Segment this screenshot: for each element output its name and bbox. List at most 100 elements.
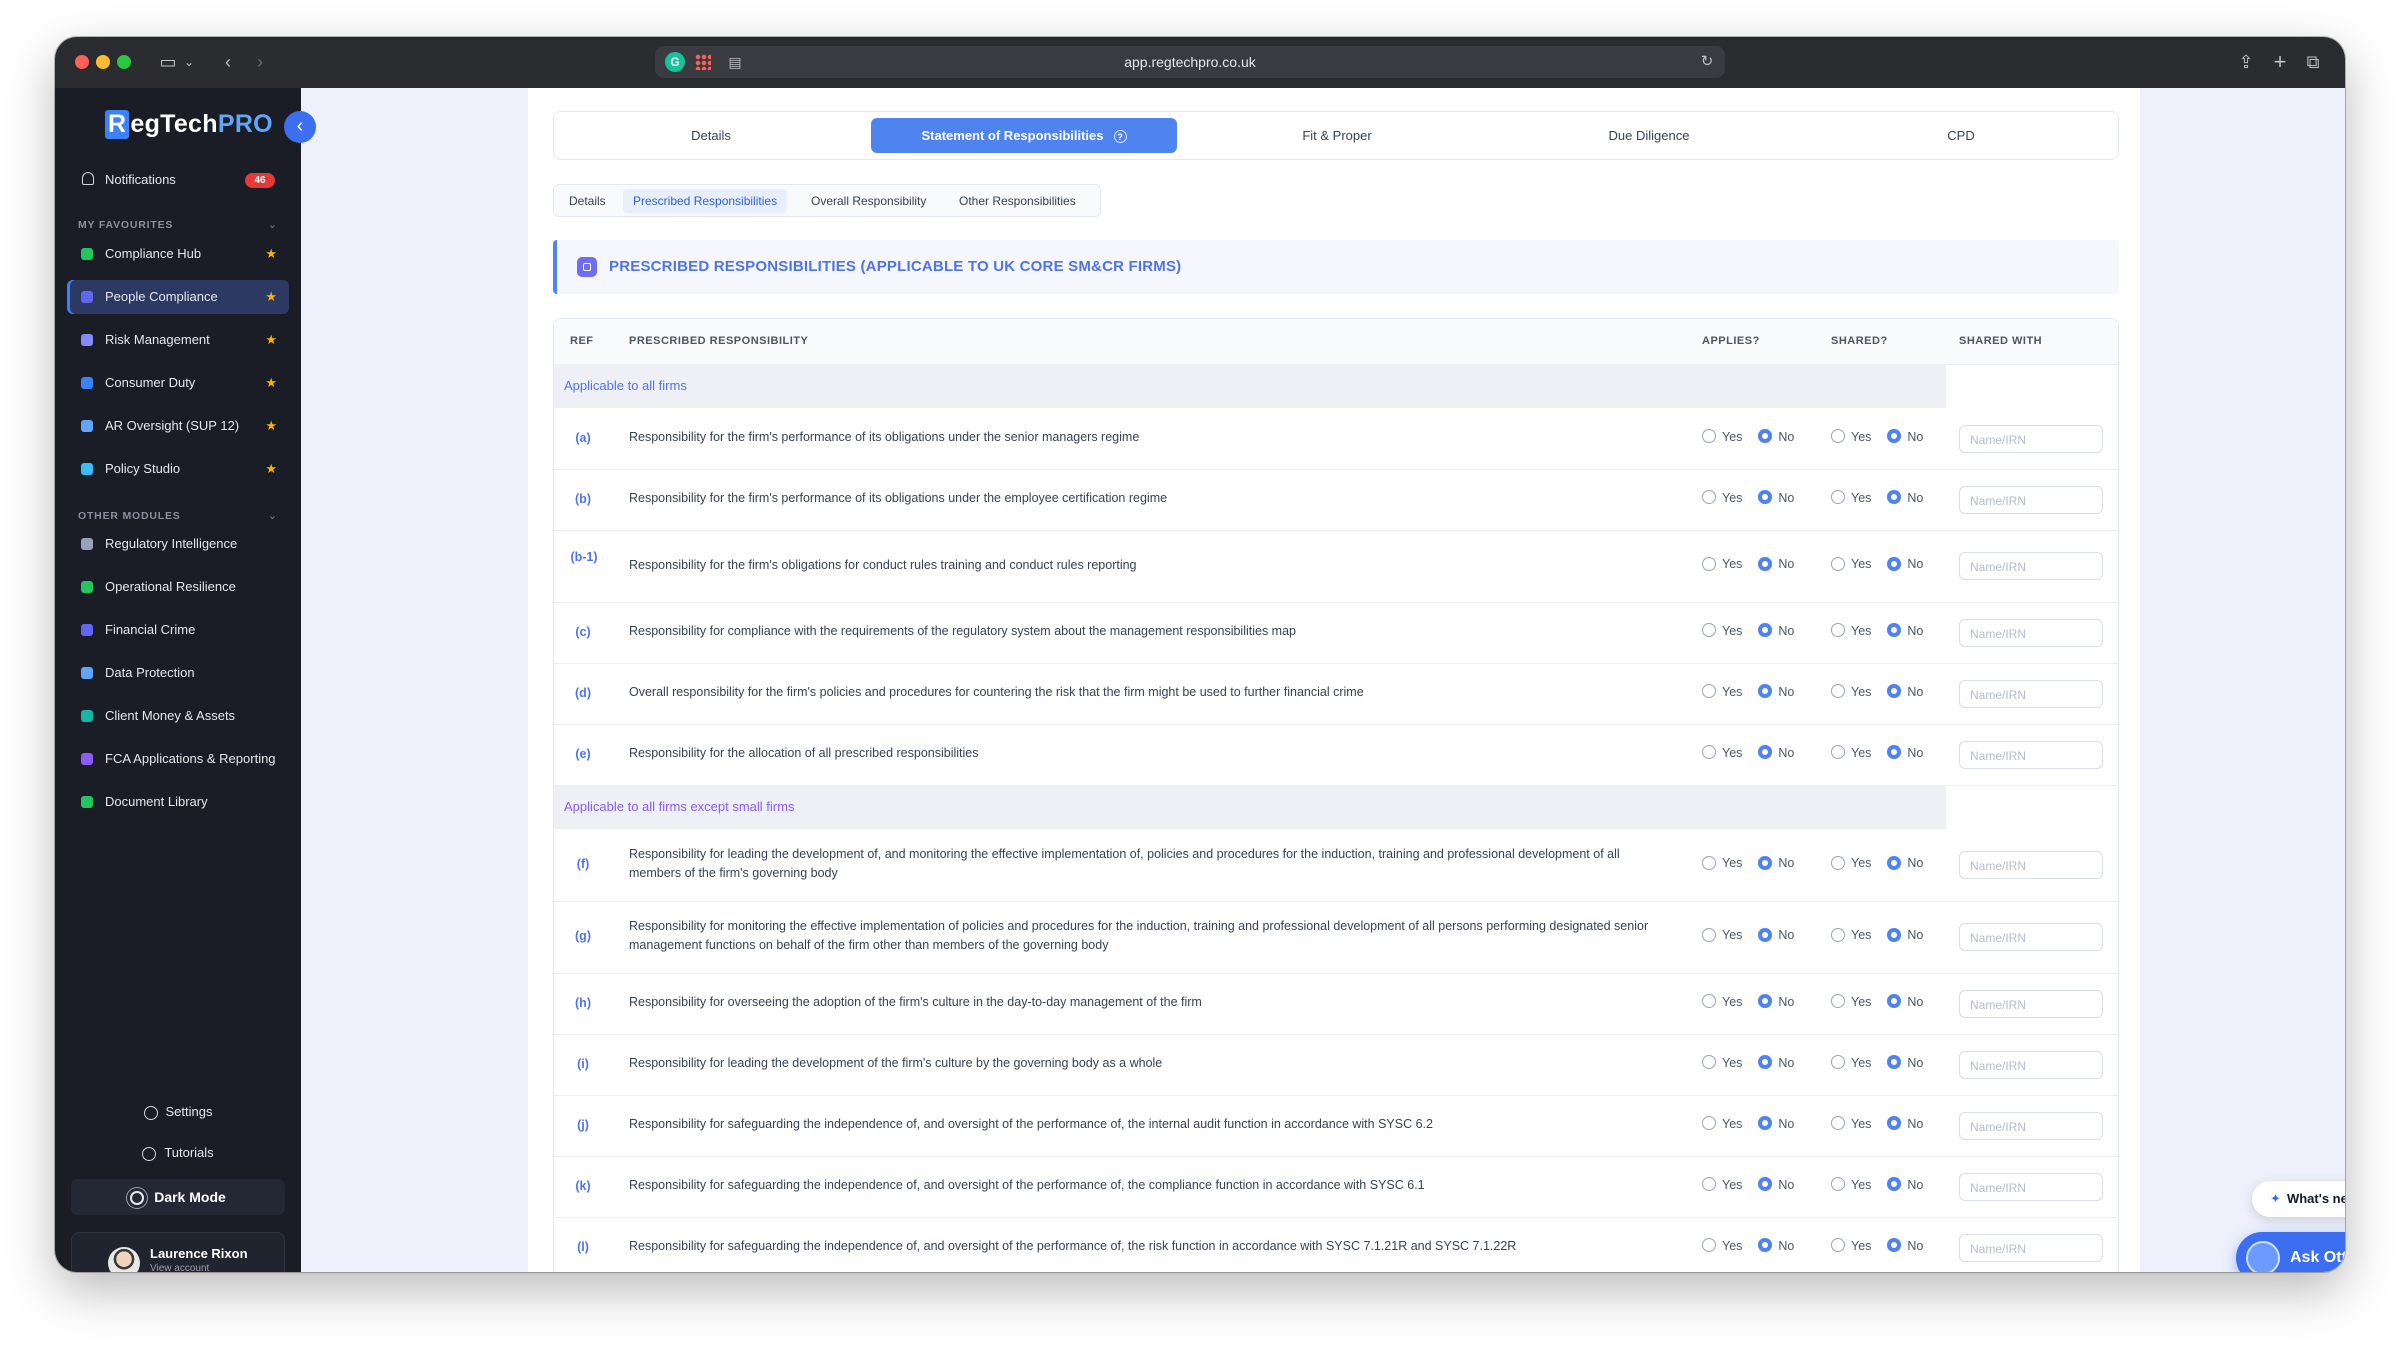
applies-no-option[interactable]: No <box>1758 994 1794 1010</box>
tab-fit-proper[interactable]: Fit & Proper <box>1184 118 1490 153</box>
radio-unchecked[interactable] <box>1702 556 1716 571</box>
shared-no-option[interactable]: No <box>1887 1238 1923 1254</box>
address-bar[interactable]: G ▤ app.regtechpro.co.uk ↻ <box>655 46 1725 78</box>
applies-yes-option[interactable]: Yes <box>1702 1055 1742 1071</box>
shared-with-input[interactable]: Name/IRN <box>1959 740 2103 769</box>
shared-with-input[interactable]: Name/IRN <box>1959 618 2103 647</box>
sidebar-item-regulatory-intelligence[interactable]: Regulatory Intelligence <box>67 527 289 561</box>
subtab-prescribed-responsibilities[interactable]: Prescribed Responsibilities <box>623 189 788 213</box>
radio-unchecked[interactable] <box>1702 429 1716 444</box>
shared-with-input[interactable]: Name/IRN <box>1959 851 2103 879</box>
view-account-link[interactable]: View account <box>150 1263 209 1272</box>
shared-with-input[interactable]: Name/IRN <box>1959 552 2103 580</box>
subtab-overall-responsibility[interactable]: Overall Responsibility <box>801 189 936 213</box>
applies-yes-option[interactable]: Yes <box>1702 556 1742 572</box>
sidebar-item-operational-resilience[interactable]: Operational Resilience <box>67 570 289 604</box>
notifications-item[interactable]: Notifications 46 <box>67 163 289 197</box>
applies-yes-option[interactable]: Yes <box>1702 1116 1742 1132</box>
help-icon[interactable]: ? <box>1113 130 1127 144</box>
shared-yes-option[interactable]: Yes <box>1831 1177 1871 1193</box>
shared-yes-option[interactable]: Yes <box>1831 490 1871 506</box>
radio-unchecked[interactable] <box>1831 623 1845 638</box>
radio-unchecked[interactable] <box>1702 745 1716 760</box>
star-icon[interactable]: ★ <box>265 323 277 357</box>
applies-no-option[interactable]: No <box>1758 1055 1794 1071</box>
collapse-sidebar-button[interactable]: ‹ <box>284 111 316 143</box>
radio-checked[interactable] <box>1758 1177 1773 1192</box>
applies-no-option[interactable]: No <box>1758 927 1794 943</box>
applies-yes-option[interactable]: Yes <box>1702 490 1742 506</box>
shared-yes-option[interactable]: Yes <box>1831 745 1871 761</box>
whats-new-button[interactable]: ✦What's new <box>2252 1181 2345 1217</box>
applies-yes-option[interactable]: Yes <box>1702 745 1742 761</box>
sidebar-item-policy-studio[interactable]: Policy Studio ★ <box>67 452 289 486</box>
radio-unchecked[interactable] <box>1831 1238 1845 1253</box>
shared-no-option[interactable]: No <box>1887 429 1923 445</box>
radio-checked[interactable] <box>1887 994 1902 1009</box>
radio-unchecked[interactable] <box>1702 684 1716 699</box>
shared-no-option[interactable]: No <box>1887 623 1923 639</box>
radio-unchecked[interactable] <box>1702 927 1716 942</box>
subtab-details[interactable]: Details <box>559 189 616 213</box>
share-icon[interactable]: ⇪ <box>2235 49 2257 75</box>
shared-no-option[interactable]: No <box>1887 490 1923 506</box>
sidebar-item-data-protection[interactable]: Data Protection <box>67 656 289 690</box>
shared-no-option[interactable]: No <box>1887 927 1923 943</box>
radio-unchecked[interactable] <box>1831 1116 1845 1131</box>
shared-with-input[interactable]: Name/IRN <box>1959 1172 2103 1201</box>
radio-checked[interactable] <box>1887 1238 1902 1253</box>
chevron-down-icon[interactable]: ⌄ <box>268 509 277 522</box>
ask-otto-button[interactable]: Ask Otto <box>2236 1232 2345 1272</box>
back-icon[interactable]: ‹ <box>216 49 240 75</box>
shared-no-option[interactable]: No <box>1887 855 1923 871</box>
shared-yes-option[interactable]: Yes <box>1831 1055 1871 1071</box>
applies-no-option[interactable]: No <box>1758 556 1794 572</box>
tab-overview-icon[interactable]: ⧉ <box>2302 49 2324 75</box>
sidebar-toggle-icon[interactable]: ▭ <box>157 49 179 75</box>
close-window-button[interactable] <box>75 55 89 69</box>
sidebar-item-ar-oversight-sup-12[interactable]: AR Oversight (SUP 12) ★ <box>67 409 289 443</box>
radio-checked[interactable] <box>1758 855 1773 870</box>
radio-checked[interactable] <box>1887 855 1902 870</box>
radio-unchecked[interactable] <box>1702 1055 1716 1070</box>
radio-checked[interactable] <box>1887 1177 1902 1192</box>
shared-yes-option[interactable]: Yes <box>1831 855 1871 871</box>
sidebar-item-financial-crime[interactable]: Financial Crime <box>67 613 289 647</box>
radio-checked[interactable] <box>1758 429 1773 444</box>
star-icon[interactable]: ★ <box>265 237 277 271</box>
applies-no-option[interactable]: No <box>1758 490 1794 506</box>
shared-no-option[interactable]: No <box>1887 1177 1923 1193</box>
star-icon[interactable]: ★ <box>265 409 277 443</box>
radio-unchecked[interactable] <box>1831 429 1845 444</box>
applies-yes-option[interactable]: Yes <box>1702 927 1742 943</box>
shared-yes-option[interactable]: Yes <box>1831 1238 1871 1254</box>
radio-unchecked[interactable] <box>1702 623 1716 638</box>
radio-checked[interactable] <box>1758 1116 1773 1131</box>
applies-yes-option[interactable]: Yes <box>1702 1238 1742 1254</box>
star-icon[interactable]: ★ <box>265 452 277 486</box>
shared-no-option[interactable]: No <box>1887 684 1923 700</box>
shared-with-input[interactable]: Name/IRN <box>1959 424 2103 453</box>
applies-no-option[interactable]: No <box>1758 745 1794 761</box>
logo[interactable]: RegTechPRO <box>105 110 273 139</box>
chevron-down-icon[interactable]: ⌄ <box>182 49 196 75</box>
sidebar-item-client-money-assets[interactable]: Client Money & Assets <box>67 699 289 733</box>
radio-unchecked[interactable] <box>1831 490 1845 505</box>
applies-yes-option[interactable]: Yes <box>1702 855 1742 871</box>
sidebar-item-consumer-duty[interactable]: Consumer Duty ★ <box>67 366 289 400</box>
shared-yes-option[interactable]: Yes <box>1831 994 1871 1010</box>
forward-icon[interactable]: › <box>248 49 272 75</box>
radio-checked[interactable] <box>1758 994 1773 1009</box>
shared-with-input[interactable]: Name/IRN <box>1959 1233 2103 1262</box>
minimize-window-button[interactable] <box>96 55 110 69</box>
tutorials-link[interactable]: Tutorials <box>55 1138 301 1168</box>
shared-yes-option[interactable]: Yes <box>1831 623 1871 639</box>
settings-link[interactable]: Settings <box>55 1097 301 1127</box>
sidebar-item-risk-management[interactable]: Risk Management ★ <box>67 323 289 357</box>
reload-icon[interactable]: ↻ <box>1697 49 1717 75</box>
chevron-down-icon[interactable]: ⌄ <box>268 218 277 231</box>
shared-no-option[interactable]: No <box>1887 1116 1923 1132</box>
radio-checked[interactable] <box>1758 556 1773 571</box>
sidebar-item-document-library[interactable]: Document Library <box>67 785 289 819</box>
radio-checked[interactable] <box>1887 1116 1902 1131</box>
